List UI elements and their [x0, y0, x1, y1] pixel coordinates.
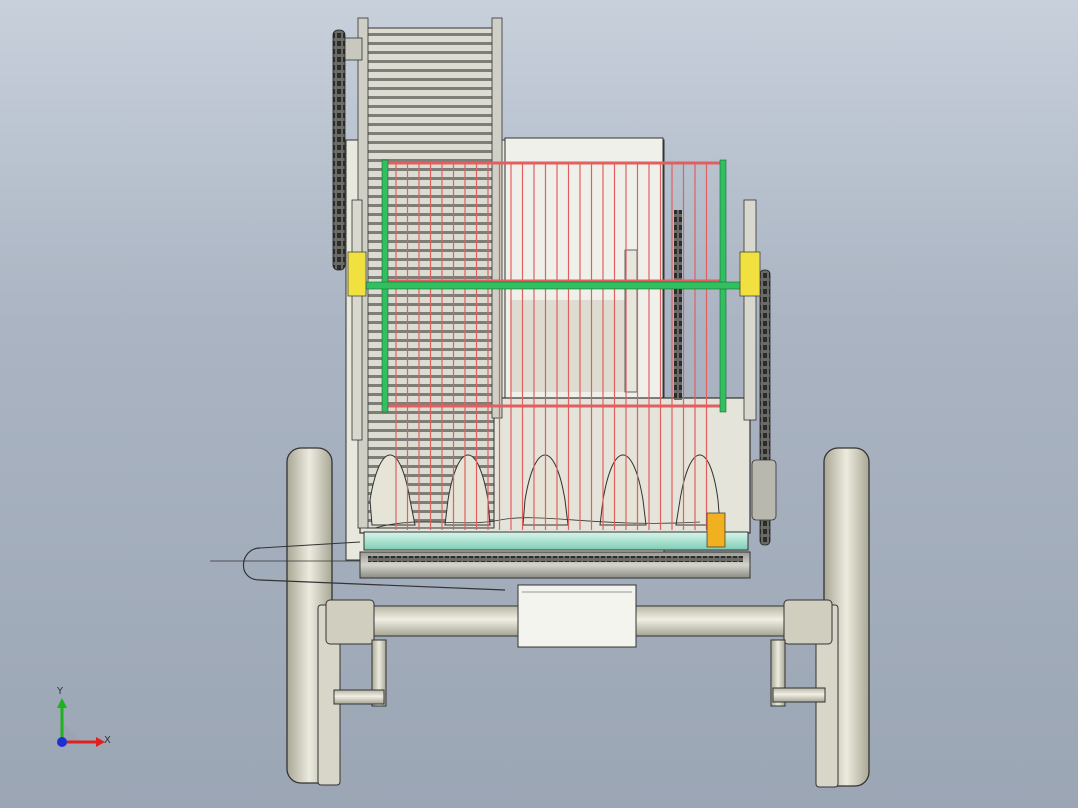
x-axis-label: X	[104, 735, 111, 746]
y-axis-label: Y	[57, 686, 64, 697]
coordinate-triad: Y X	[40, 680, 130, 760]
cad-viewport[interactable]: Y X	[0, 0, 1078, 808]
mechanical-assembly-icon	[210, 17, 870, 788]
axle-assembly	[325, 584, 833, 707]
axis-triad-icon	[57, 698, 105, 747]
